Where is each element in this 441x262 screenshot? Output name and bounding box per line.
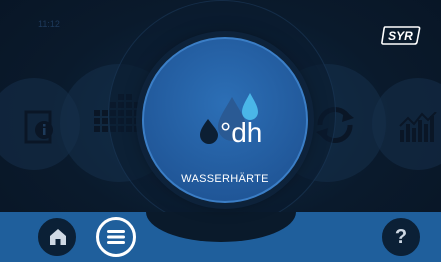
menu-icon [107, 230, 125, 244]
bar-chart-icon [399, 112, 437, 142]
help-icon: ? [394, 225, 408, 248]
home-icon [50, 229, 66, 245]
unit-label: °dh [220, 117, 263, 148]
main-title: WASSERHÄRTE [181, 173, 269, 185]
help-button[interactable]: ? [382, 218, 420, 256]
home-button[interactable] [38, 218, 76, 256]
clock-time: 11:12 [38, 19, 60, 29]
svg-text:SYR: SYR [388, 29, 413, 43]
wasserhaerte-button[interactable]: °dh WASSERHÄRTE [142, 37, 308, 203]
screen: 11:12 SYR °dh WASSERHÄRTE ? [0, 0, 441, 262]
syr-logo: SYR [381, 26, 421, 45]
info-document-icon [24, 110, 53, 144]
menu-button[interactable] [96, 217, 136, 257]
